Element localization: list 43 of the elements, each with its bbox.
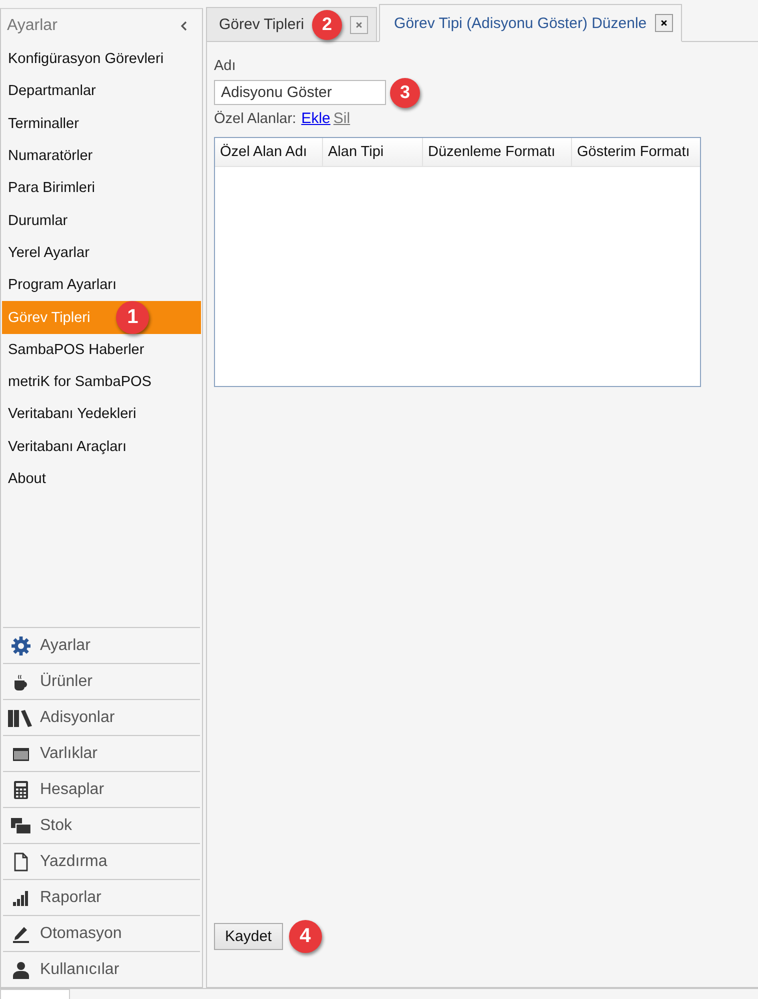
sidebar-item[interactable]: Veritabanı Araçları [2, 430, 201, 463]
books-icon [8, 708, 34, 728]
sidebar-item[interactable]: Durumlar [2, 204, 201, 237]
nav-button[interactable]: Ayarlar [3, 627, 200, 663]
name-label: Adı [214, 58, 236, 74]
column-header[interactable]: Özel Alan Adı [215, 138, 323, 166]
nav-button[interactable]: Hesaplar [3, 771, 200, 807]
nav-button[interactable]: Yazdırma [3, 843, 200, 879]
column-header[interactable]: Düzenleme Formatı [423, 138, 572, 166]
custom-fields-label: Özel Alanlar: [214, 111, 296, 127]
collapse-chevron-icon[interactable] [180, 21, 188, 31]
number-badge: 4 [288, 920, 322, 953]
name-field[interactable]: Adisyonu Göster [214, 80, 386, 105]
sidebar-item[interactable]: Konfigürasyon Görevleri [2, 43, 201, 76]
nav-button[interactable]: Adisyonlar [3, 699, 200, 735]
save-button[interactable]: Kaydet [214, 923, 283, 950]
sidebar-item[interactable]: Departmanlar [2, 75, 201, 108]
sidebar-title: Ayarlar [7, 17, 58, 35]
number-badge: 2 [312, 10, 342, 40]
sidebar-item[interactable]: Veritabanı Yedekleri [2, 398, 201, 431]
nav-button[interactable]: Ürünler [3, 663, 200, 699]
nav-button[interactable]: Kullanıcılar [3, 951, 200, 987]
sidebar-item[interactable]: SambaPOS Haberler [2, 334, 201, 366]
number-badge: 3 [390, 78, 420, 108]
sidebar-item[interactable]: Görev Tipleri 1 [2, 301, 201, 334]
sidebar-item[interactable]: metriK for SambaPOS [2, 366, 201, 398]
sidebar-item[interactable]: Yerel Ayarlar [2, 236, 201, 270]
sidebar-item[interactable]: Numaratörler [2, 140, 201, 172]
tab[interactable]: Görev Tipi (Adisyonu Göster) Düzenle [379, 4, 682, 42]
column-header[interactable]: Gösterim Formatı [572, 138, 700, 166]
number-badge: 1 [116, 301, 150, 334]
column-header[interactable]: Alan Tipi [323, 138, 423, 166]
nav-button[interactable]: Raporlar [3, 879, 200, 915]
sidebar-item[interactable]: Para Birimleri [2, 172, 201, 204]
sidebar-item[interactable]: Program Ayarları [2, 269, 201, 302]
sidebar-item[interactable]: Terminaller [2, 108, 201, 140]
nav-button[interactable]: Stok [3, 807, 200, 843]
nav-button[interactable]: Varlıklar [3, 735, 200, 771]
link[interactable]: Ekle [301, 110, 330, 127]
nav-button[interactable]: Otomasyon [3, 915, 200, 951]
close-icon[interactable] [654, 14, 673, 32]
tab[interactable]: Görev Tipleri 2 [206, 7, 378, 41]
sidebar-item[interactable]: About [2, 462, 201, 496]
